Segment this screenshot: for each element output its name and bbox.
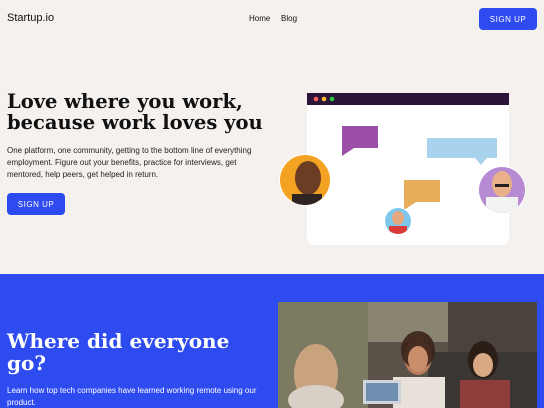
hero-illustration xyxy=(279,93,526,245)
section-description: Learn how top tech companies have learne… xyxy=(7,386,257,407)
logo[interactable]: Startup.io xyxy=(7,12,54,24)
nav-link-home[interactable]: Home xyxy=(249,14,270,23)
hero-title: Love where you work, because work loves … xyxy=(7,90,263,134)
signup-button-nav[interactable]: SIGN UP xyxy=(479,8,537,30)
team-photo xyxy=(278,302,537,408)
window-titlebar xyxy=(307,93,509,105)
window-dots-icon xyxy=(313,96,335,102)
section-title: Where did everyone go? xyxy=(7,329,230,375)
top-nav: Startup.io Home Blog SIGN UP xyxy=(0,0,544,40)
hero-description: One platform, one community, getting to … xyxy=(7,146,252,179)
nav-link-blog[interactable]: Blog xyxy=(281,14,297,23)
signup-button-hero[interactable]: SIGN UP xyxy=(7,193,65,215)
